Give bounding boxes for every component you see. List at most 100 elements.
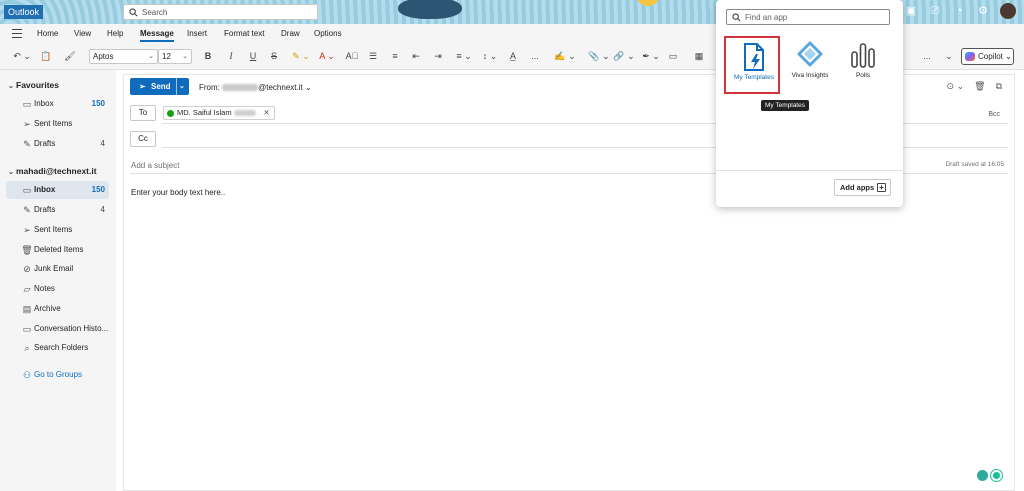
teams-icon[interactable]: ▣ xyxy=(904,3,918,19)
app-my-templates[interactable]: My Templates xyxy=(724,36,780,94)
tab-draw[interactable]: Draw xyxy=(281,29,300,38)
subject-input[interactable]: Add a subject xyxy=(131,161,179,170)
grammarly-widget[interactable] xyxy=(977,470,1002,481)
styles-icon[interactable]: A̲ xyxy=(507,50,519,63)
pencil-icon: ✎ xyxy=(23,205,31,215)
from-domain: @technext.it xyxy=(258,83,303,92)
line-spacing-icon[interactable]: ↕ ⌄ xyxy=(479,50,501,63)
add-apps-button[interactable]: Add apps + xyxy=(834,179,891,196)
bcc-button[interactable]: Bcc xyxy=(988,111,1000,118)
align-icon[interactable]: ≡ ⌄ xyxy=(453,50,475,63)
from-selector[interactable]: From: @technext.it ⌄ xyxy=(199,83,312,92)
underline-icon[interactable]: U xyxy=(247,50,259,63)
close-icon[interactable]: ✕ xyxy=(263,107,269,119)
font-name-value: Aptos xyxy=(93,52,114,61)
highlight-icon[interactable]: ✎ ⌄ xyxy=(290,50,312,63)
tab-insert[interactable]: Insert xyxy=(187,29,207,38)
tab-help[interactable]: Help xyxy=(107,29,123,38)
plus-icon: + xyxy=(877,183,886,192)
discard-icon[interactable]: 🗑 xyxy=(974,81,985,92)
pencil-icon: ✎ xyxy=(23,139,31,149)
hamburger-icon[interactable] xyxy=(12,29,22,38)
tab-home[interactable]: Home xyxy=(37,29,58,38)
sidebar-item-search-folders[interactable]: ⌕ Search Folders xyxy=(6,339,109,357)
clipboard-icon[interactable]: 📋 xyxy=(38,50,54,63)
tab-options[interactable]: Options xyxy=(314,29,342,38)
pop-out-icon[interactable]: ⧉ xyxy=(996,81,1002,92)
send-label: Send xyxy=(151,82,171,91)
tab-message[interactable]: Message xyxy=(140,29,174,42)
italic-icon[interactable]: I xyxy=(225,50,237,63)
editor-icon[interactable]: ✍ ⌄ xyxy=(554,50,576,63)
sensitivity-icon[interactable]: ⊙ ⌄ xyxy=(947,81,965,92)
feedback-icon[interactable]: ⎚ xyxy=(928,3,942,19)
send-button[interactable]: ➢ Send ⌄ xyxy=(130,78,189,95)
bold-icon[interactable]: B xyxy=(202,50,214,63)
viva-insights-icon xyxy=(797,41,823,67)
send-icon: ➢ xyxy=(23,119,31,129)
link-icon[interactable]: 🔗 ⌄ xyxy=(613,50,635,63)
sidebar-item-deleted-items[interactable]: 🗑 Deleted Items xyxy=(6,241,109,259)
sidebar-item-notes[interactable]: ▱ Notes xyxy=(6,280,109,298)
copilot-label: Copilot xyxy=(978,52,1003,61)
numbering-icon[interactable]: ≡ xyxy=(388,50,402,63)
undo-icon[interactable]: ↶ ⌄ xyxy=(12,50,32,63)
sidebar-item-archive[interactable]: ▤ Archive xyxy=(6,300,109,318)
avatar[interactable] xyxy=(1000,3,1016,19)
recipient-chip[interactable]: MD. Saiful Islam ✕ xyxy=(163,106,275,120)
table-icon[interactable]: ▦ xyxy=(693,50,705,63)
to-button[interactable]: To xyxy=(130,105,156,121)
increase-indent-icon[interactable]: ⇥ xyxy=(431,50,445,63)
draft-count: 4 xyxy=(100,139,105,148)
app-brand[interactable]: Outlook xyxy=(4,5,44,19)
sidebar-item-sent-items[interactable]: ➢ Sent Items xyxy=(6,221,109,239)
font-color-icon[interactable]: A ⌄ xyxy=(316,50,338,63)
bullets-icon[interactable]: ☰ xyxy=(366,50,380,63)
sidebar-item-fav-drafts[interactable]: ✎ Drafts 4 xyxy=(6,135,109,153)
sidebar-item-inbox[interactable]: ▭ Inbox 150 xyxy=(6,181,109,199)
signature-icon[interactable]: ✒ ⌄ xyxy=(640,50,662,63)
font-size-value: 12 xyxy=(162,52,171,61)
chevron-down-icon[interactable]: ⌄ xyxy=(179,78,185,95)
folder-icon: ▭ xyxy=(22,324,32,334)
send-divider xyxy=(176,78,177,95)
font-name-select[interactable]: Aptos ⌄ xyxy=(89,49,158,64)
strikethrough-icon[interactable]: S xyxy=(268,50,280,63)
meeting-icon[interactable]: ▭ xyxy=(667,50,679,63)
cc-button[interactable]: Cc xyxy=(130,131,156,147)
junk-icon: ⊘ xyxy=(23,264,31,274)
chevron-down-icon[interactable]: ⌄ xyxy=(944,50,954,63)
bell-icon[interactable]: ◔ xyxy=(952,3,966,19)
tab-view[interactable]: View xyxy=(74,29,91,38)
sidebar-item-conversation-history[interactable]: ▭ Conversation Histo... xyxy=(6,320,109,338)
copilot-button[interactable]: Copilot ⌄ xyxy=(961,48,1014,65)
search-box[interactable]: Search xyxy=(123,4,318,20)
sidebar-item-fav-inbox[interactable]: ▭ Inbox 150 xyxy=(6,95,109,113)
unread-count: 150 xyxy=(91,99,105,108)
go-to-groups-link[interactable]: ⚇ Go to Groups xyxy=(6,366,109,384)
favourites-header[interactable]: ⌄ Favourites xyxy=(8,80,59,90)
decrease-indent-icon[interactable]: ⇤ xyxy=(409,50,423,63)
gear-icon[interactable]: ⚙ xyxy=(976,3,990,19)
divider xyxy=(716,170,903,171)
format-painter-icon[interactable]: 🖌 xyxy=(63,50,77,63)
account-header-label: mahadi@technext.it xyxy=(16,166,97,176)
sidebar-item-label: Drafts xyxy=(34,139,56,148)
tab-format-text[interactable]: Format text xyxy=(224,29,264,38)
app-viva-insights[interactable]: Viva Insights xyxy=(782,36,838,94)
clear-format-icon[interactable]: A⃠ xyxy=(343,50,361,63)
sidebar-item-fav-sent[interactable]: ➢ Sent Items xyxy=(6,115,109,133)
more-format-button[interactable]: ... xyxy=(528,50,542,63)
sidebar-item-label: Search Folders xyxy=(34,343,89,352)
message-body[interactable]: Enter your body text here.. xyxy=(131,188,225,197)
polls-icon xyxy=(851,43,875,68)
account-header[interactable]: ⌄ mahadi@technext.it xyxy=(8,166,97,176)
sidebar-item-junk-email[interactable]: ⊘ Junk Email xyxy=(6,260,109,278)
app-polls[interactable]: Polls xyxy=(835,36,891,94)
find-app-input[interactable]: Find an app xyxy=(726,9,890,25)
chevron-down-icon: ⌄ xyxy=(148,53,154,60)
sidebar-item-drafts[interactable]: ✎ Drafts 4 xyxy=(6,201,109,219)
font-size-select[interactable]: 12 ⌄ xyxy=(158,49,192,64)
more-options-button[interactable]: ... xyxy=(920,50,934,63)
attach-icon[interactable]: 📎 ⌄ xyxy=(588,50,610,63)
